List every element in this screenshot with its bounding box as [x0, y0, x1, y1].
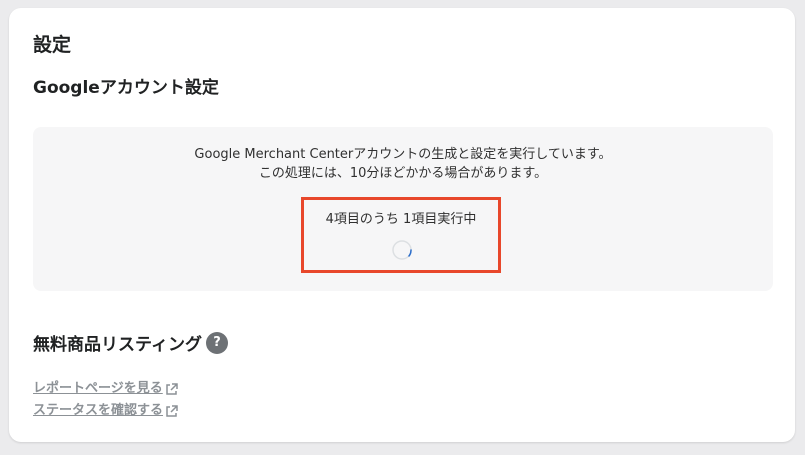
external-link-icon: [166, 404, 178, 417]
progress-text: 4項目のうち 1項目実行中: [325, 212, 477, 227]
settings-card: 設定 Googleアカウント設定 Google Merchant Centerア…: [9, 8, 795, 442]
report-page-link-label: レポートページを見る: [33, 381, 163, 396]
setup-status-panel: Google Merchant Centerアカウントの生成と設定を実行していま…: [33, 127, 773, 291]
check-status-link-label: ステータスを確認する: [33, 403, 164, 418]
loading-spinner-icon: [392, 240, 412, 260]
setup-status-message: Google Merchant Centerアカウントの生成と設定を実行していま…: [33, 145, 773, 183]
free-listings-title-text: 無料商品リスティング: [33, 335, 202, 355]
status-line-1: Google Merchant Centerアカウントの生成と設定を実行していま…: [194, 147, 612, 162]
progress-highlight: 4項目のうち 1項目実行中: [301, 197, 501, 273]
status-line-2: この処理には、10分ほどかかる場合があります。: [258, 166, 548, 181]
page-title: 設定: [33, 34, 72, 56]
free-listings-links: レポートページを見る ステータスを確認する: [33, 378, 178, 422]
report-page-link[interactable]: レポートページを見る: [33, 378, 178, 400]
help-icon[interactable]: ?: [205, 331, 228, 354]
check-status-link[interactable]: ステータスを確認する: [33, 400, 178, 422]
external-link-icon: [166, 382, 178, 395]
google-account-section-title: Googleアカウント設定: [33, 78, 219, 98]
free-listings-section-title: 無料商品リスティング ?: [33, 330, 228, 355]
